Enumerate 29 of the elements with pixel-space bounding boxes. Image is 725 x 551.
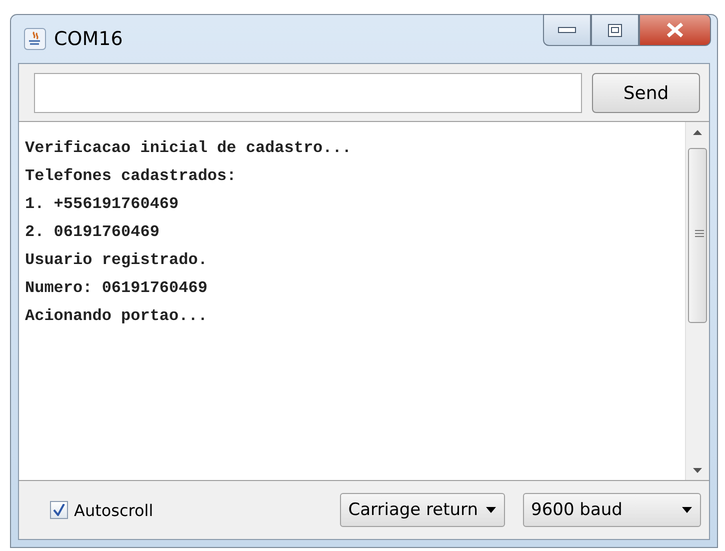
baud-rate-dropdown[interactable]: 9600 baud <box>523 493 701 527</box>
grip-icon <box>695 229 704 238</box>
output-line: 1. +556191760469 <box>25 194 180 215</box>
maximize-button[interactable] <box>591 14 639 46</box>
close-icon <box>666 22 684 38</box>
output-line: 2. 06191760469 <box>25 222 160 243</box>
vertical-scrollbar[interactable] <box>685 122 709 480</box>
autoscroll-checkbox[interactable] <box>50 501 68 519</box>
output-line: Verificacao inicial de cadastro... <box>25 138 352 159</box>
scroll-down-icon[interactable] <box>693 468 702 472</box>
window-title: COM16 <box>54 28 123 50</box>
autoscroll-label: Autoscroll <box>74 500 154 520</box>
check-icon <box>53 504 65 516</box>
caret-icon <box>486 507 496 513</box>
line-ending-dropdown[interactable]: Carriage return <box>340 493 505 527</box>
minimize-button[interactable] <box>543 14 591 46</box>
send-button[interactable]: Send <box>592 73 700 113</box>
scroll-thumb[interactable] <box>688 148 707 323</box>
scroll-up-icon[interactable] <box>693 130 702 134</box>
send-input-field[interactable] <box>34 73 582 113</box>
output-line: Telefones cadastrados: <box>25 166 238 187</box>
close-button[interactable] <box>639 14 711 46</box>
output-line: Acionando portao... <box>25 306 208 327</box>
output-line: Usuario registrado. <box>25 250 208 271</box>
caret-icon <box>682 507 692 513</box>
maximize-icon <box>608 24 622 36</box>
output-line: Numero: 06191760469 <box>25 278 208 299</box>
app-icon <box>24 28 46 50</box>
minimize-icon <box>558 27 576 33</box>
